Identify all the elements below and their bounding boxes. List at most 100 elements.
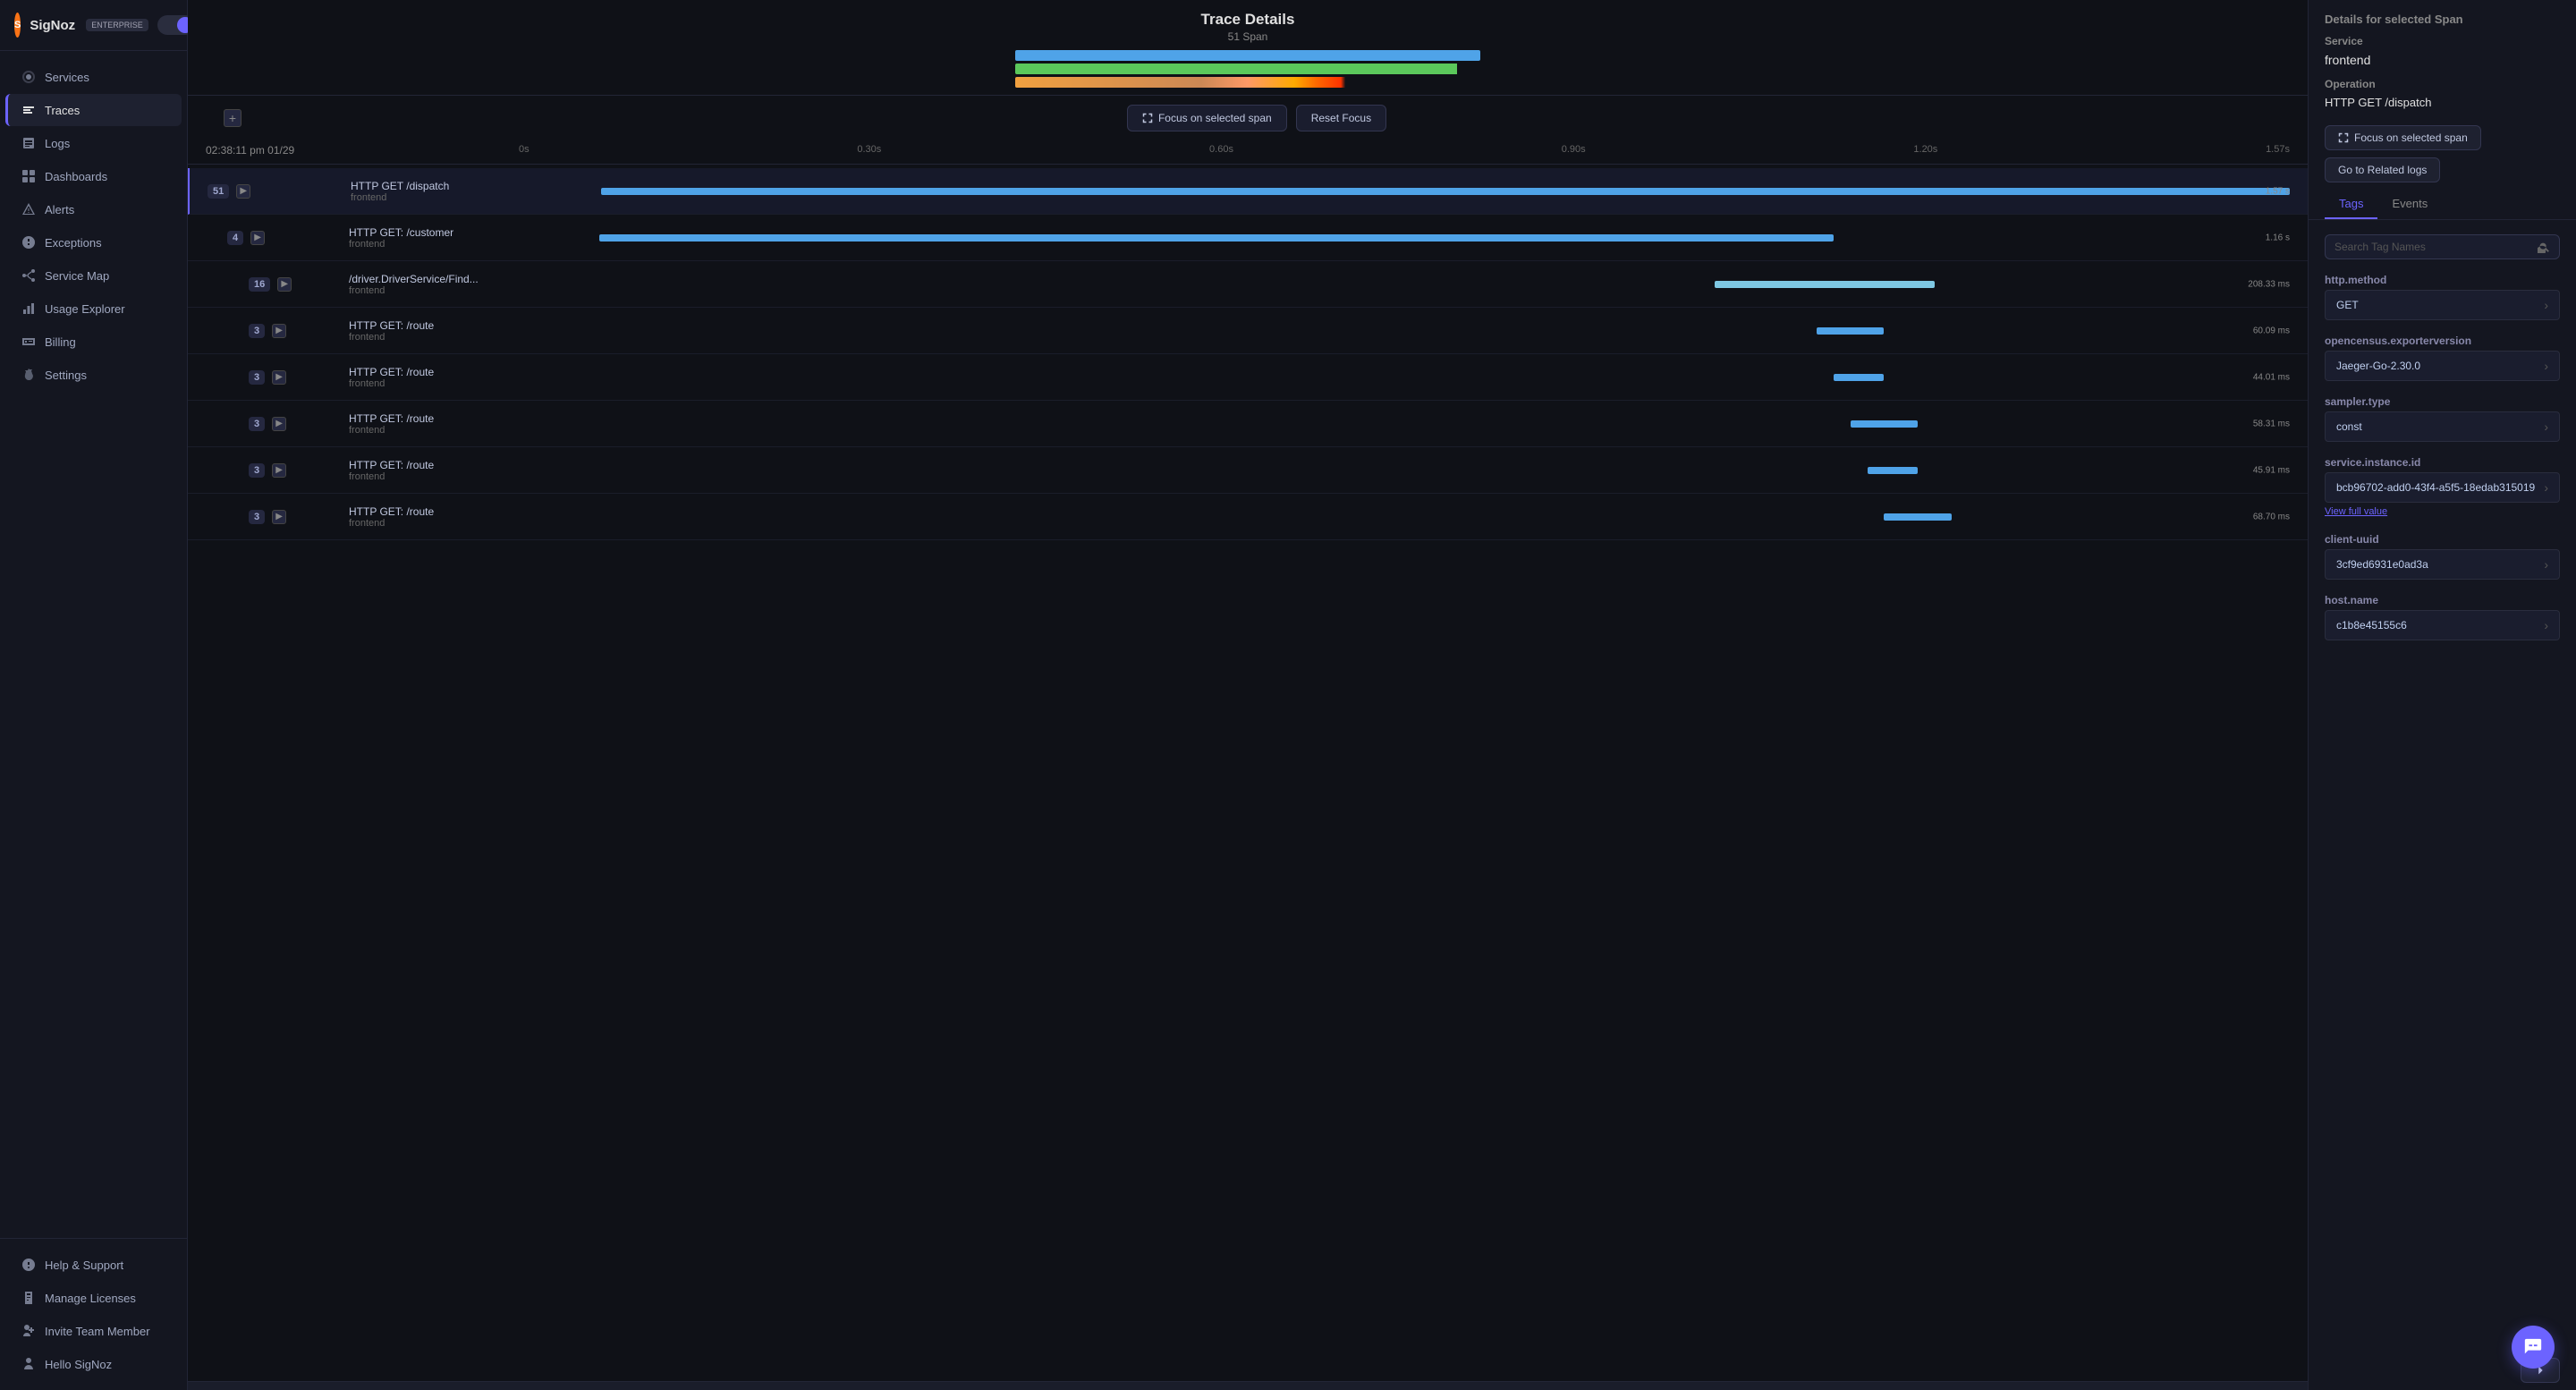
span-count: 4 [227,231,243,245]
add-span-button[interactable]: + [224,109,242,127]
table-row[interactable]: 3 ▶ HTTP GET: /route frontend 45.91 ms [188,447,2308,494]
tag-search-input[interactable] [2334,241,2530,253]
related-logs-label: Go to Related logs [2338,164,2427,176]
span-count: 3 [249,417,265,431]
span-count: 51 [208,184,229,199]
sidebar-label-traces: Traces [45,104,80,117]
tag-name: sampler.type [2309,392,2576,410]
span-name: HTTP GET: /route [349,319,599,332]
trace-bar-1 [1015,50,1480,61]
sidebar-item-help[interactable]: Help & Support [5,1249,182,1281]
table-row[interactable]: 3 ▶ HTTP GET: /route frontend 58.31 ms [188,401,2308,447]
tab-events-label: Events [2392,197,2428,210]
span-indent: 16 ▶ [249,277,349,292]
span-expand-button[interactable]: ▶ [250,231,265,245]
span-bar-area: 1.57 s [601,177,2290,206]
span-bar-area: 208.33 ms [599,270,2290,299]
span-duration: 68.70 ms [2253,512,2290,521]
table-row[interactable]: 4 ▶ HTTP GET: /customer frontend 1.16 s [188,215,2308,261]
span-bar [599,234,1834,242]
scale-157s: 1.57s [2266,144,2290,157]
scale-060s: 0.60s [1209,144,1233,157]
spans-container[interactable]: 51 ▶ HTTP GET /dispatch frontend 1.57 s … [188,168,2308,1381]
billing-icon [21,335,36,349]
span-expand-button[interactable]: ▶ [272,324,286,338]
span-duration: 45.91 ms [2253,465,2290,475]
span-bar-area: 58.31 ms [599,410,2290,438]
logo-icon: S [14,13,21,38]
span-count: 3 [249,463,265,478]
tag-value-box: c1b8e45155c6 › [2325,610,2560,640]
tab-events[interactable]: Events [2377,190,2442,219]
sidebar-item-invite[interactable]: Invite Team Member [5,1315,182,1347]
service-map-icon [21,268,36,283]
sidebar-item-traces[interactable]: Traces [5,94,182,126]
focus-button-label: Focus on selected span [1158,112,1272,124]
tag-value-box: const › [2325,411,2560,442]
span-expand-button[interactable]: ▶ [277,277,292,292]
tag-section: opencensus.exporterversion Jaeger-Go-2.3… [2309,331,2576,381]
span-expand-button[interactable]: ▶ [272,463,286,478]
table-row[interactable]: 3 ▶ HTTP GET: /route frontend 44.01 ms [188,354,2308,401]
tag-search[interactable] [2325,234,2560,259]
table-row[interactable]: 51 ▶ HTTP GET /dispatch frontend 1.57 s [188,168,2308,215]
tag-value: bcb96702-add0-43f4-a5f5-18edab315019 [2336,481,2537,494]
span-info: HTTP GET: /route frontend [349,459,599,482]
span-count: 3 [249,510,265,524]
timeline-controls: + Focus on selected span Reset Focus [188,96,2308,140]
span-service: frontend [349,285,599,296]
chat-fab[interactable] [2512,1326,2555,1369]
main-content: Trace Details 51 Span + Focus on selecte… [188,0,2308,1390]
sidebar-item-hello[interactable]: Hello SigNoz [5,1348,182,1380]
span-name: HTTP GET: /route [349,505,599,518]
span-duration: 1.16 s [2266,233,2290,242]
sidebar-item-billing[interactable]: Billing [5,326,182,358]
span-name: /driver.DriverService/Find... [349,273,599,285]
span-duration: 208.33 ms [2248,279,2290,289]
span-expand-button[interactable]: ▶ [236,184,250,199]
table-row[interactable]: 3 ▶ HTTP GET: /route frontend 68.70 ms [188,494,2308,540]
sidebar-item-exceptions[interactable]: Exceptions [5,226,182,259]
enterprise-badge: ENTERPRISE [86,19,148,31]
sidebar-item-licenses[interactable]: Manage Licenses [5,1282,182,1314]
settings-icon [21,368,36,382]
sidebar-label-licenses: Manage Licenses [45,1292,136,1305]
licenses-icon [21,1291,36,1305]
table-row[interactable]: 16 ▶ /driver.DriverService/Find... front… [188,261,2308,308]
sidebar-item-logs[interactable]: Logs [5,127,182,159]
sidebar-label-services: Services [45,71,89,84]
span-info: HTTP GET: /route frontend [349,412,599,436]
span-name: HTTP GET: /customer [349,226,599,239]
span-duration: 1.57 s [2266,186,2290,196]
reset-focus-button[interactable]: Reset Focus [1296,105,1386,131]
sidebar-item-dashboards[interactable]: Dashboards [5,160,182,192]
trace-subtitle: 51 Span [206,30,2290,43]
span-indent: 3 ▶ [249,510,349,524]
focus-span-panel-button[interactable]: Focus on selected span [2325,125,2481,150]
scroll-area[interactable] [188,1381,2308,1390]
sidebar-item-usage-explorer[interactable]: Usage Explorer [5,292,182,325]
focus-selected-span-button[interactable]: Focus on selected span [1127,105,1287,131]
span-expand-button[interactable]: ▶ [272,417,286,431]
tag-value-box: GET › [2325,290,2560,320]
sidebar-label-billing: Billing [45,335,76,349]
span-duration: 58.31 ms [2253,419,2290,428]
sidebar-label-usage-explorer: Usage Explorer [45,302,125,316]
span-expand-button[interactable]: ▶ [272,510,286,524]
sidebar-header: S SigNoz ENTERPRISE [0,0,187,51]
span-name: HTTP GET /dispatch [351,180,601,192]
sidebar-item-service-map[interactable]: Service Map [5,259,182,292]
sidebar-label-hello: Hello SigNoz [45,1358,112,1371]
table-row[interactable]: 3 ▶ HTTP GET: /route frontend 60.09 ms [188,308,2308,354]
span-expand-button[interactable]: ▶ [272,370,286,385]
span-bar [1868,467,1919,474]
view-full-value-link[interactable]: View full value [2309,504,2576,519]
sidebar-item-settings[interactable]: Settings [5,359,182,391]
sidebar-item-alerts[interactable]: Alerts [5,193,182,225]
sidebar-item-services[interactable]: Services [5,61,182,93]
dashboards-icon [21,169,36,183]
related-logs-button[interactable]: Go to Related logs [2325,157,2440,182]
tab-tags[interactable]: Tags [2325,190,2377,219]
span-bar-area: 68.70 ms [599,503,2290,531]
tag-section: http.method GET › [2309,270,2576,320]
